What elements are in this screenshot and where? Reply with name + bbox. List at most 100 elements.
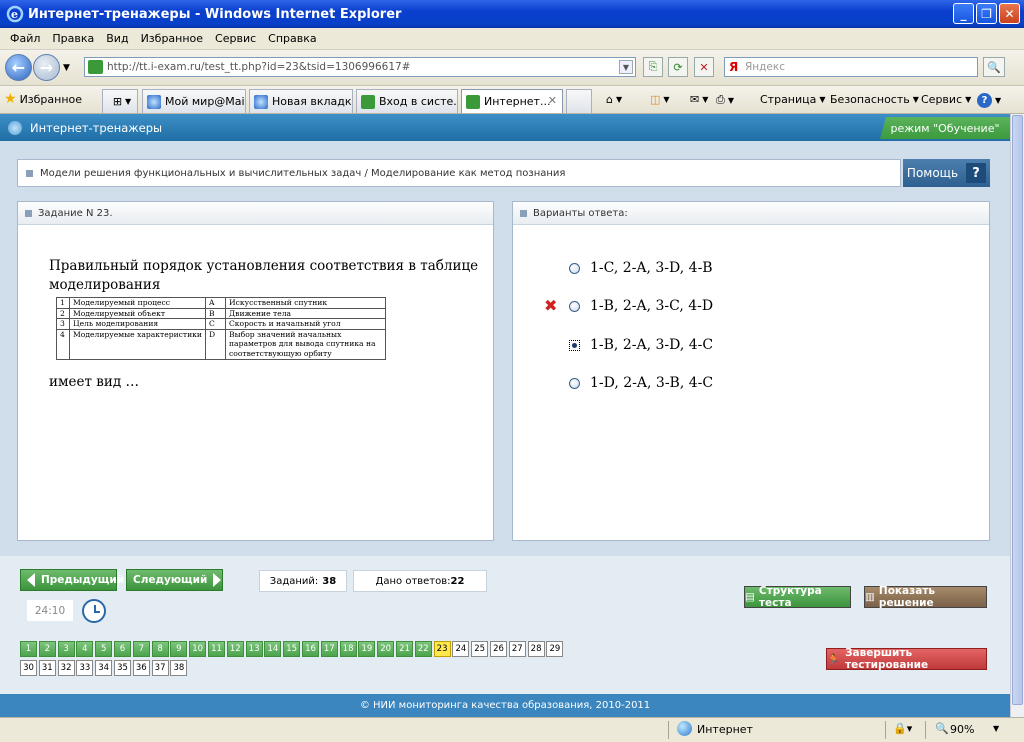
scrollbar-thumb[interactable] xyxy=(1012,115,1023,705)
test-structure-button[interactable]: ▤ Структура теста xyxy=(744,585,851,609)
question-cell[interactable]: 22 xyxy=(414,641,432,657)
question-cell[interactable]: 31 xyxy=(38,660,56,676)
previous-button[interactable]: Предыдущий xyxy=(20,569,124,591)
forward-button[interactable]: → xyxy=(33,54,60,81)
compat-view-button[interactable]: ⎘ xyxy=(643,57,663,77)
question-cell[interactable]: 18 xyxy=(339,641,357,657)
question-cell[interactable]: 32 xyxy=(57,660,75,676)
menu-file[interactable]: Файл xyxy=(10,32,40,45)
answer-option-4[interactable]: 1-D, 2-A, 3-B, 4-C xyxy=(569,375,713,391)
menu-view[interactable]: Вид xyxy=(106,32,128,45)
tab-login[interactable]: Вход в систе... xyxy=(356,89,458,113)
stop-button[interactable]: ✕ xyxy=(694,57,714,77)
menu-tools[interactable]: Сервис xyxy=(215,32,256,45)
previous-label: Предыдущий xyxy=(41,574,125,586)
address-dropdown-icon[interactable]: ▼ xyxy=(619,60,633,74)
zoom-level[interactable]: 90% xyxy=(950,723,974,736)
quick-tabs-button[interactable]: ⊞ ▼ xyxy=(102,89,138,113)
radio-button[interactable] xyxy=(569,262,580,274)
page-menu-button[interactable]: Страница ▼ xyxy=(760,93,826,106)
feeds-button[interactable]: ◫ ▼ xyxy=(650,93,670,106)
menu-help[interactable]: Справка xyxy=(268,32,316,45)
question-cell[interactable]: 6 xyxy=(114,641,131,657)
next-button[interactable]: Следующий xyxy=(126,569,223,591)
help-menu-button[interactable]: ? ▼ xyxy=(977,93,1001,108)
menu-favorites[interactable]: Избранное xyxy=(141,32,203,45)
copyright: © НИИ мониторинга качества образования, … xyxy=(0,694,1010,717)
ie-page-icon xyxy=(254,94,268,109)
search-button[interactable]: 🔍 xyxy=(983,57,1005,77)
question-cell[interactable]: 21 xyxy=(396,641,413,657)
protected-mode-icon[interactable]: 🔒▾ xyxy=(893,722,912,735)
tools-menu-button[interactable]: Сервис ▼ xyxy=(921,93,971,106)
minimize-button[interactable]: _ xyxy=(953,3,974,24)
address-url: http://tt.i-exam.ru/test_tt.php?id=23&ts… xyxy=(107,61,411,73)
question-cell[interactable]: 1 xyxy=(20,641,37,657)
app-header: Интернет-тренажеры режим "Обучение" xyxy=(0,114,1010,141)
question-cell[interactable]: 12 xyxy=(226,641,244,657)
question-cell[interactable]: 19 xyxy=(358,641,376,657)
new-tab-button[interactable] xyxy=(566,89,592,113)
search-input[interactable]: Я Яндекс xyxy=(724,57,978,77)
question-cell[interactable]: 5 xyxy=(95,641,113,657)
close-window-button[interactable]: ✕ xyxy=(999,3,1020,24)
question-cell[interactable]: 26 xyxy=(490,641,507,657)
answer-option-1[interactable]: 1-C, 2-A, 3-D, 4-B xyxy=(569,260,713,276)
help-button[interactable]: Помощь ? xyxy=(903,159,990,187)
question-cell[interactable]: 13 xyxy=(245,641,263,657)
question-cell[interactable]: 4 xyxy=(76,641,94,657)
table-cell: Скорость и начальный угол xyxy=(225,318,386,330)
question-cell[interactable]: 38 xyxy=(170,660,188,676)
question-cell[interactable]: 30 xyxy=(20,660,37,676)
question-cell[interactable]: 10 xyxy=(189,641,207,657)
history-dropdown-icon[interactable]: ▼ xyxy=(63,63,70,73)
tab-new-tab[interactable]: Новая вкладка xyxy=(249,89,353,113)
question-cell[interactable]: 28 xyxy=(527,641,545,657)
question-cell[interactable]: 33 xyxy=(76,660,94,676)
home-button[interactable]: ⌂ ▼ xyxy=(606,93,622,106)
question-cell[interactable]: 7 xyxy=(132,641,150,657)
zoom-dropdown-icon[interactable]: ▼ xyxy=(993,724,999,733)
finish-test-button[interactable]: 🏃 Завершить тестирование xyxy=(826,647,987,671)
question-cell[interactable]: 27 xyxy=(508,641,526,657)
question-cell[interactable]: 23 xyxy=(433,641,451,657)
favorites-button[interactable]: ★ Избранное xyxy=(4,91,82,107)
radio-button-selected[interactable] xyxy=(569,339,580,351)
radio-button[interactable] xyxy=(569,300,580,312)
address-input[interactable]: http://tt.i-exam.ru/test_tt.php?id=23&ts… xyxy=(84,57,636,77)
question-cell[interactable]: 16 xyxy=(302,641,319,657)
page-scrollbar[interactable] xyxy=(1010,114,1024,720)
question-cell[interactable]: 37 xyxy=(151,660,169,676)
back-button[interactable]: ← xyxy=(5,54,32,81)
question-cell[interactable]: 14 xyxy=(264,641,282,657)
answer-option-2[interactable]: 1-B, 2-A, 3-C, 4-D xyxy=(569,298,713,314)
question-cell[interactable]: 24 xyxy=(452,641,470,657)
question-cell[interactable]: 34 xyxy=(95,660,113,676)
show-solution-button[interactable]: ▥ Показать решение xyxy=(864,585,987,609)
mail-button[interactable]: ✉ ▼ xyxy=(690,93,708,106)
question-cell[interactable]: 3 xyxy=(57,641,75,657)
question-cell[interactable]: 9 xyxy=(170,641,188,657)
favorites-label: Избранное xyxy=(19,92,83,106)
question-cell[interactable]: 11 xyxy=(208,641,225,657)
print-button[interactable]: ⎙ ▼ xyxy=(716,93,734,107)
question-cell[interactable]: 8 xyxy=(151,641,169,657)
menu-edit[interactable]: Правка xyxy=(52,32,94,45)
question-cell[interactable]: 35 xyxy=(114,660,131,676)
question-cell[interactable]: 29 xyxy=(546,641,564,657)
question-cell[interactable]: 36 xyxy=(132,660,150,676)
question-cell[interactable]: 2 xyxy=(38,641,56,657)
answer-label: 1-B, 2-A, 3-D, 4-C xyxy=(590,337,714,353)
question-cell[interactable]: 15 xyxy=(283,641,301,657)
question-cell[interactable]: 17 xyxy=(320,641,338,657)
tab-internet-trainers[interactable]: Интернет... ✕ xyxy=(461,89,563,113)
answer-option-3[interactable]: 1-B, 2-A, 3-D, 4-C xyxy=(569,337,713,353)
question-cell[interactable]: 20 xyxy=(377,641,395,657)
refresh-button[interactable]: ⟳ xyxy=(668,57,688,77)
question-cell[interactable]: 25 xyxy=(471,641,489,657)
safety-menu-button[interactable]: Безопасность ▼ xyxy=(830,93,919,106)
tab-moi-mir[interactable]: Мой мир@Mai... xyxy=(142,89,246,113)
close-tab-icon[interactable]: ✕ xyxy=(548,94,557,107)
maximize-button[interactable]: ❐ xyxy=(976,3,997,24)
radio-button[interactable] xyxy=(569,377,580,389)
